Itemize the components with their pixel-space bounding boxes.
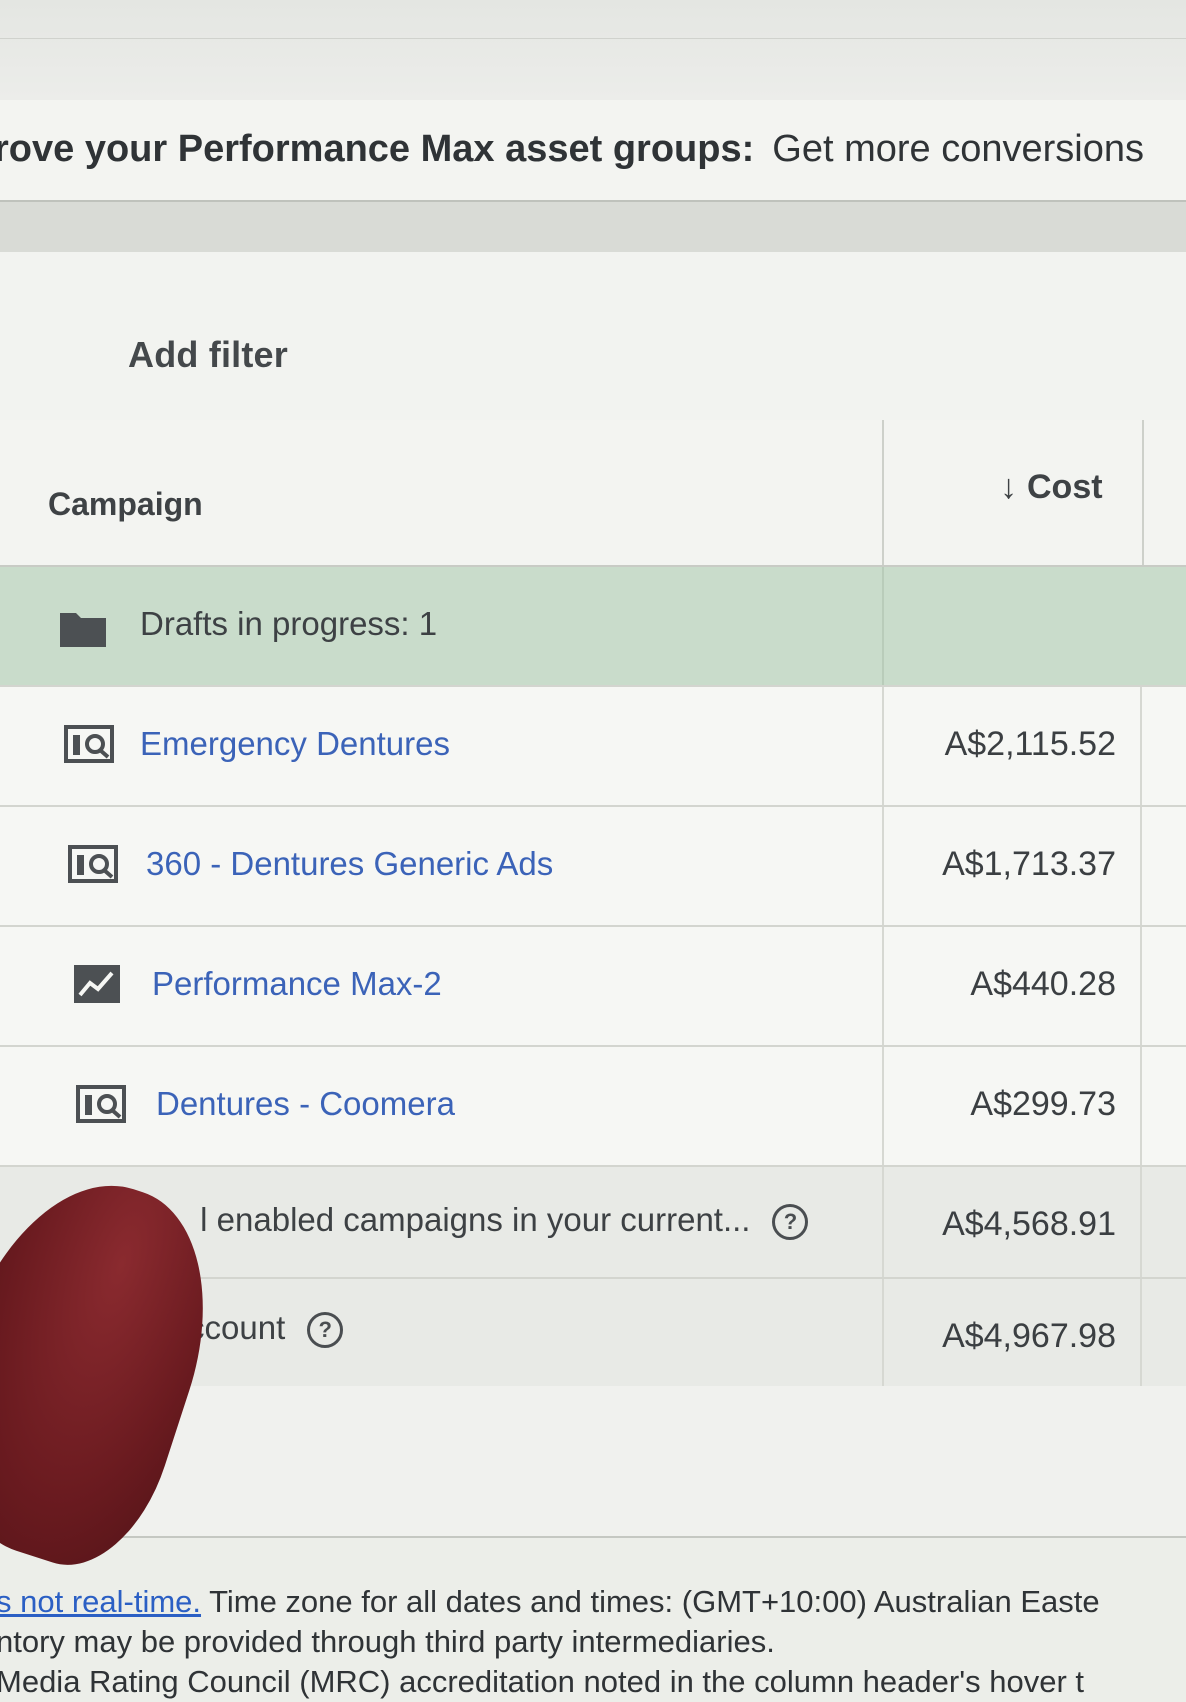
cost-value: A$440.28 <box>970 965 1116 1003</box>
banner-subtitle[interactable]: Get more conversions <box>772 128 1144 170</box>
column-divider <box>882 1167 884 1277</box>
timezone-text: Time zone for all dates and times: (GMT+… <box>209 1584 1100 1619</box>
footer-line-1: s not real-time. Time zone for all dates… <box>0 1582 1186 1622</box>
total-cost-value: A$4,568.91 <box>942 1205 1116 1243</box>
column-divider <box>882 927 884 1045</box>
footer-notes: s not real-time. Time zone for all dates… <box>0 1582 1186 1702</box>
table-row: Emergency Dentures A$2,115.52 <box>0 687 1186 807</box>
banner-title: rove your Performance Max asset groups: <box>0 128 755 170</box>
top-band <box>0 0 1186 101</box>
column-divider <box>1140 1047 1142 1165</box>
campaign-link[interactable]: Dentures - Coomera <box>156 1085 455 1123</box>
column-divider <box>1140 927 1142 1045</box>
column-divider <box>882 687 884 805</box>
campaign-link[interactable]: 360 - Dentures Generic Ads <box>146 845 553 883</box>
column-divider[interactable] <box>882 420 884 565</box>
column-divider <box>1140 1279 1142 1389</box>
column-header-campaign[interactable]: Campaign <box>48 486 203 523</box>
realtime-info-link[interactable]: s not real-time. <box>0 1584 201 1619</box>
column-header-cost-label: Cost <box>1027 468 1103 506</box>
cost-value: A$1,713.37 <box>942 845 1116 883</box>
drafts-label[interactable]: Drafts in progress: 1 <box>140 605 437 643</box>
search-campaign-icon <box>68 845 118 883</box>
add-filter-button[interactable]: Add filter <box>128 334 288 376</box>
account-cost-value: A$4,967.98 <box>942 1317 1116 1355</box>
cost-value: A$2,115.52 <box>944 725 1116 763</box>
column-divider <box>882 1047 884 1165</box>
search-campaign-icon <box>76 1085 126 1123</box>
table-row: 360 - Dentures Generic Ads A$1,713.37 <box>0 807 1186 927</box>
footer-line-2: ntory may be provided through third part… <box>0 1624 775 1659</box>
drafts-row[interactable]: Drafts in progress: 1 <box>0 567 1186 687</box>
sort-down-arrow-icon: ↓ <box>1000 468 1017 506</box>
column-header-cost[interactable]: ↓ Cost <box>1000 468 1103 507</box>
table-header: Campaign ↓ Cost <box>0 420 1186 567</box>
column-divider <box>1140 687 1142 805</box>
campaign-link[interactable]: Emergency Dentures <box>140 725 450 763</box>
help-icon[interactable]: ? <box>307 1312 344 1349</box>
column-divider <box>1140 807 1142 925</box>
performance-max-icon <box>74 965 120 1003</box>
divider <box>0 38 1186 39</box>
table-row: Performance Max-2 A$440.28 <box>0 927 1186 1047</box>
column-divider <box>882 807 884 925</box>
help-icon[interactable]: ? <box>772 1204 809 1241</box>
table-row: Dentures - Coomera A$299.73 <box>0 1047 1186 1167</box>
folder-icon <box>60 613 106 647</box>
separator-band <box>0 202 1186 252</box>
column-divider <box>1140 1167 1142 1277</box>
cost-value: A$299.73 <box>970 1085 1116 1123</box>
search-campaign-icon <box>64 725 114 763</box>
campaign-link[interactable]: Performance Max-2 <box>152 965 442 1003</box>
footer-line-3: Media Rating Council (MRC) accreditation… <box>0 1664 1085 1699</box>
column-divider <box>882 1279 884 1389</box>
column-divider <box>882 567 884 685</box>
column-divider[interactable] <box>1142 420 1144 565</box>
banner-text: rove your Performance Max asset groups: G… <box>0 128 1144 171</box>
total-label-text: l enabled campaigns in your current... <box>200 1201 751 1238</box>
